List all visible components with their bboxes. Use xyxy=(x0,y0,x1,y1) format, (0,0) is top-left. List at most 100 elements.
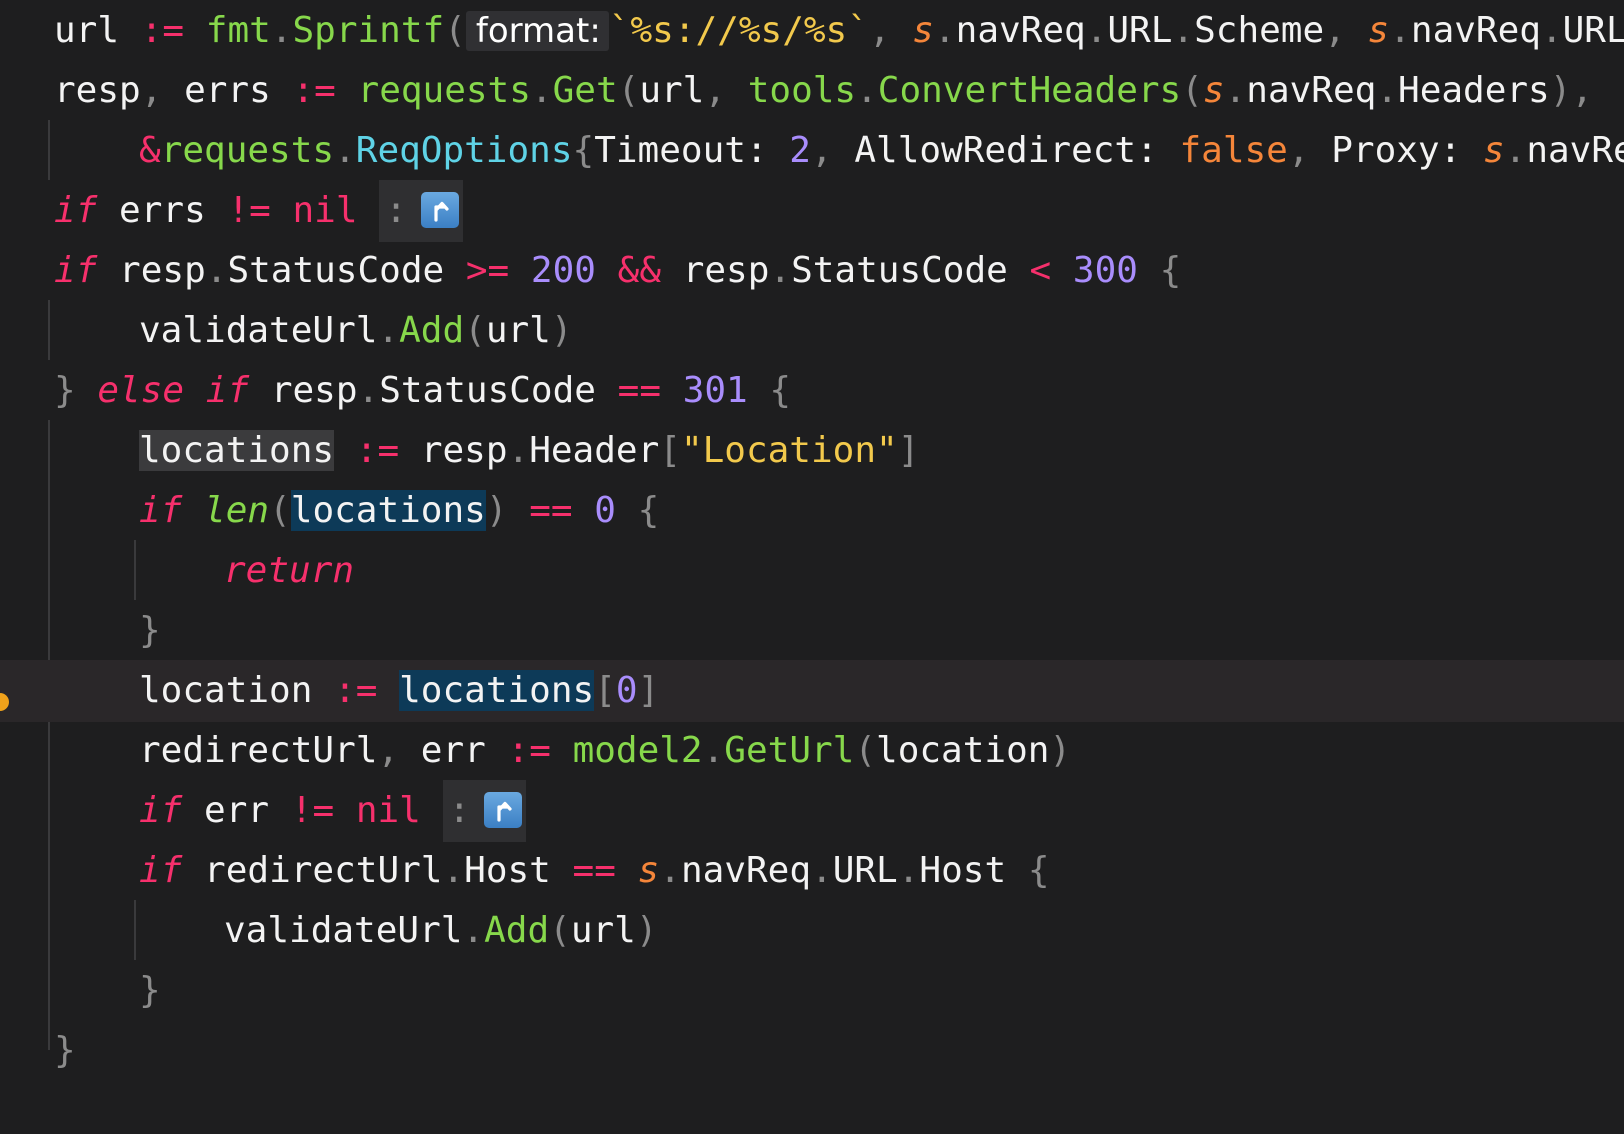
token: ( xyxy=(269,490,291,531)
token: == xyxy=(572,850,616,891)
token: if xyxy=(139,790,183,831)
code-line-12-current[interactable]: location := locations[0] xyxy=(0,660,1624,722)
token: navReq xyxy=(955,10,1086,51)
token: url xyxy=(54,10,120,51)
code-line-3[interactable]: &requests.ReqOptions{Timeout: 2, AllowRe… xyxy=(0,120,1624,182)
folded-region[interactable]: : xyxy=(379,180,463,242)
token: if xyxy=(205,370,250,411)
token: navReq xyxy=(1526,130,1624,171)
code-line-11[interactable]: } xyxy=(0,600,1624,662)
token: resp xyxy=(682,250,770,291)
token: err xyxy=(420,730,486,771)
token: , xyxy=(810,130,833,171)
token: tools xyxy=(747,70,857,111)
token: ReqOptions xyxy=(355,130,573,171)
code-line-13[interactable]: redirectUrl, err := model2.GetUrl(locati… xyxy=(0,720,1624,782)
token: . xyxy=(1085,10,1108,51)
token: s xyxy=(1482,130,1505,171)
token: resp xyxy=(420,430,508,471)
token: , xyxy=(377,730,400,771)
token: Timeout: xyxy=(594,130,768,171)
token: else xyxy=(97,370,185,411)
token: 2 xyxy=(789,130,811,171)
code-line-15[interactable]: if redirectUrl.Host == s.navReq.URL.Host… xyxy=(0,840,1624,902)
token: } xyxy=(139,970,161,1011)
token: location xyxy=(139,670,313,711)
token: && xyxy=(617,250,661,291)
code-line-17[interactable]: } xyxy=(0,960,1624,1022)
token: s xyxy=(912,10,934,51)
token: model2 xyxy=(572,730,703,771)
token: . xyxy=(1172,10,1195,51)
token: { xyxy=(637,490,660,531)
token: . xyxy=(334,130,356,171)
code-line-8[interactable]: locations := resp.Header["Location"] xyxy=(0,420,1624,482)
code-line-6[interactable]: validateUrl.Add(url) xyxy=(0,300,1624,362)
return-arrow-icon xyxy=(420,192,459,228)
token: URL xyxy=(1107,10,1173,51)
token: . xyxy=(769,250,792,291)
token: . xyxy=(702,730,725,771)
token: , xyxy=(140,70,163,111)
token: redirectUrl xyxy=(139,730,378,771)
token: := xyxy=(507,730,551,771)
token: . xyxy=(897,850,920,891)
token: if xyxy=(54,250,98,291)
token: ( xyxy=(464,310,486,351)
token: 200 xyxy=(530,250,596,291)
token: ) xyxy=(485,490,508,531)
token: 0 xyxy=(594,490,616,531)
code-line-1[interactable]: url := fmt.Sprintf(format: `%s://%s/%s`, … xyxy=(0,0,1624,62)
token: nil xyxy=(355,790,421,831)
token: 300 xyxy=(1072,250,1138,291)
token: Sprintf xyxy=(292,10,445,51)
token: resp xyxy=(270,370,358,411)
code-line-5[interactable]: if resp.StatusCode >= 200 && resp.Status… xyxy=(0,240,1624,302)
code-line-10[interactable]: return xyxy=(0,540,1624,602)
token: requests xyxy=(357,70,531,111)
token: 301 xyxy=(682,370,748,411)
token: . xyxy=(933,10,956,51)
token: Get xyxy=(552,70,618,111)
token: errs xyxy=(184,70,271,111)
token: false xyxy=(1179,130,1288,171)
code-line-9[interactable]: if len(locations) == 0 { xyxy=(0,480,1624,542)
token: ConvertHeaders xyxy=(877,70,1182,111)
token: , xyxy=(1571,70,1594,111)
token: , xyxy=(1324,10,1346,51)
code-line-16[interactable]: validateUrl.Add(url) xyxy=(0,900,1624,962)
parameter-hint: format: xyxy=(465,11,609,51)
token: if xyxy=(54,190,98,231)
code-line-4[interactable]: if errs != nil : xyxy=(0,180,1624,242)
token: := xyxy=(355,430,400,471)
token: := xyxy=(334,670,378,711)
return-arrow-icon xyxy=(484,792,523,828)
token: navReq xyxy=(1410,10,1541,51)
token: . xyxy=(1540,10,1563,51)
token: navReq xyxy=(1246,70,1377,111)
symbol-highlight: locations xyxy=(290,490,486,531)
token: { xyxy=(1027,850,1050,891)
folded-region[interactable]: : xyxy=(442,780,527,842)
token: fmt xyxy=(205,10,271,51)
token: s xyxy=(1367,10,1390,51)
symbol-highlight: locations xyxy=(399,670,595,711)
token: ( xyxy=(617,70,640,111)
code-line-2[interactable]: resp, errs := requests.Get(url, tools.Co… xyxy=(0,60,1624,122)
token: < xyxy=(1029,250,1052,291)
token: ) xyxy=(635,910,658,951)
code-line-7[interactable]: } else if resp.StatusCode == 301 { xyxy=(0,360,1624,422)
token: . xyxy=(1504,130,1527,171)
code-line-18[interactable]: } xyxy=(0,1020,1624,1082)
token: if xyxy=(139,850,183,891)
code-line-14[interactable]: if err != nil : xyxy=(0,780,1624,842)
token: ( xyxy=(854,730,877,771)
token: } xyxy=(54,1030,76,1071)
code-editor[interactable]: url := fmt.Sprintf(format: `%s://%s/%s`, … xyxy=(0,0,1624,1134)
token: s xyxy=(1202,70,1225,111)
token: url xyxy=(485,310,551,351)
token: GetUrl xyxy=(724,730,855,771)
token: . xyxy=(811,850,833,891)
token: URL xyxy=(832,850,898,891)
token: . xyxy=(1224,70,1247,111)
